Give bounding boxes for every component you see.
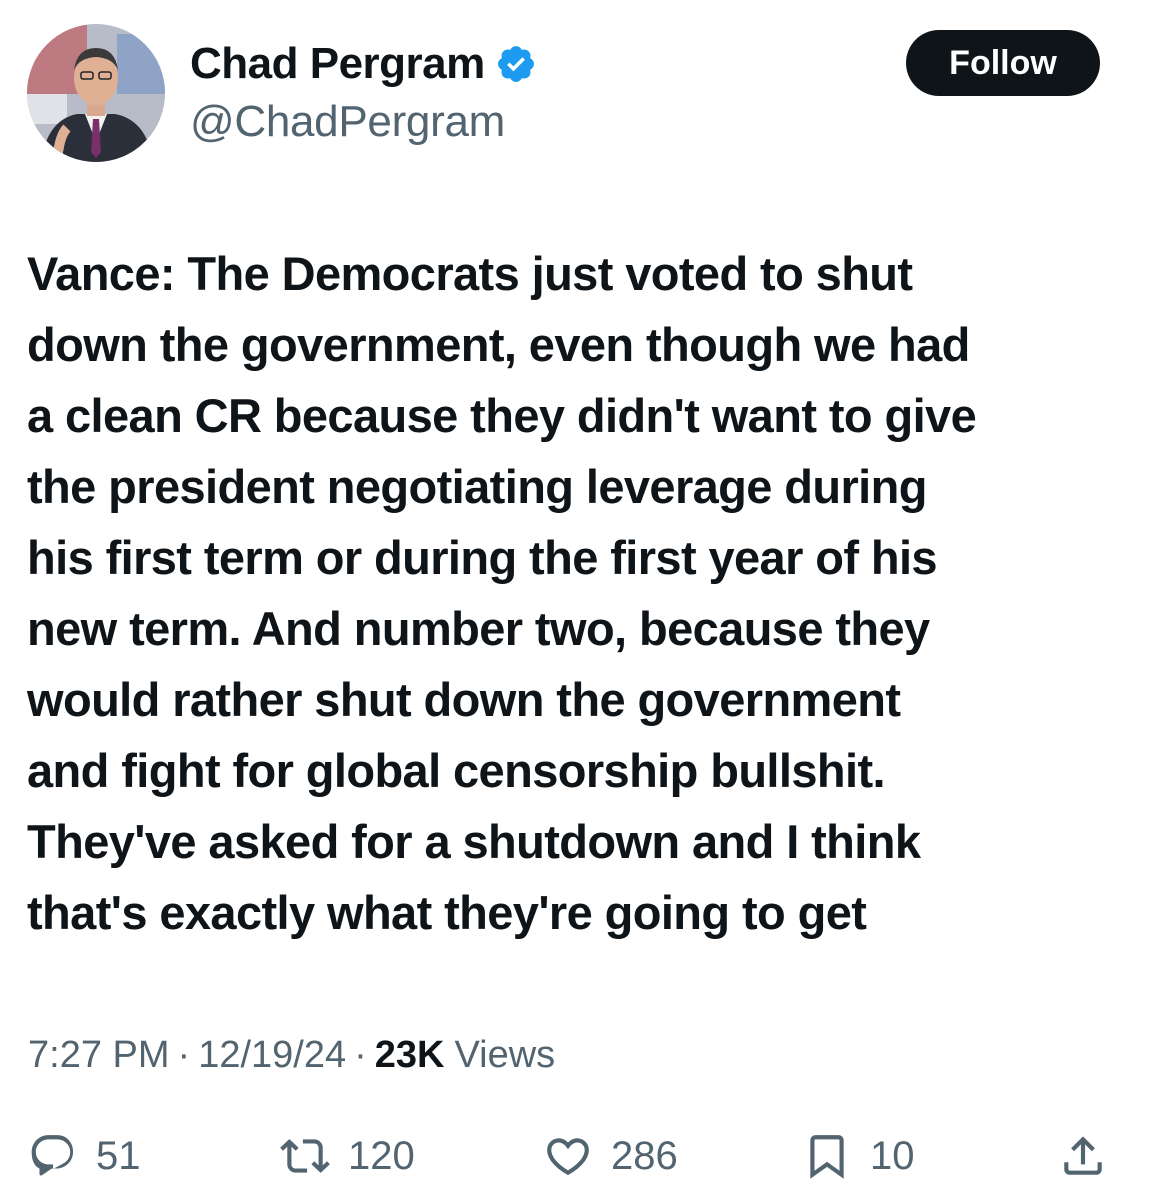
author-display-name[interactable]: Chad Pergram — [190, 38, 485, 90]
author-handle[interactable]: @ChadPergram — [190, 96, 505, 148]
repost-count: 120 — [348, 1134, 415, 1178]
bookmark-icon — [810, 1135, 844, 1179]
like-count: 286 — [611, 1134, 678, 1178]
bookmark-count: 10 — [870, 1134, 915, 1178]
reply-count: 51 — [96, 1134, 141, 1178]
avatar[interactable] — [27, 24, 165, 162]
bookmark-button[interactable]: 10 — [802, 1128, 915, 1184]
repost-icon — [280, 1139, 330, 1173]
action-bar: 51 120 286 10 — [0, 1128, 1150, 1184]
repost-button[interactable]: 120 — [280, 1128, 415, 1184]
reply-button[interactable]: 51 — [28, 1128, 141, 1184]
share-button[interactable] — [1058, 1128, 1108, 1184]
tweet-date[interactable]: 12/19/24 — [198, 1030, 346, 1080]
like-button[interactable]: 286 — [543, 1128, 678, 1184]
views-count: 23K — [374, 1034, 445, 1076]
meta-separator: · — [354, 1034, 367, 1076]
meta-separator: · — [177, 1034, 191, 1076]
views-label: Views — [454, 1034, 556, 1076]
tweet-card: Chad Pergram @ChadPergram Follow Vance: … — [0, 0, 1150, 1200]
tweet-meta: 7:27 PM · 12/19/24 · 23K Views — [28, 1030, 555, 1080]
avatar-image — [27, 24, 165, 162]
verified-badge-icon — [495, 43, 537, 85]
follow-button[interactable]: Follow — [906, 30, 1100, 96]
tweet-time[interactable]: 7:27 PM — [28, 1030, 170, 1080]
reply-icon — [31, 1135, 74, 1176]
heart-icon — [547, 1138, 589, 1176]
author-name-row[interactable]: Chad Pergram — [190, 38, 537, 90]
share-icon — [1064, 1136, 1102, 1175]
tweet-text: Vance: The Democrats just voted to shut … — [27, 247, 977, 939]
